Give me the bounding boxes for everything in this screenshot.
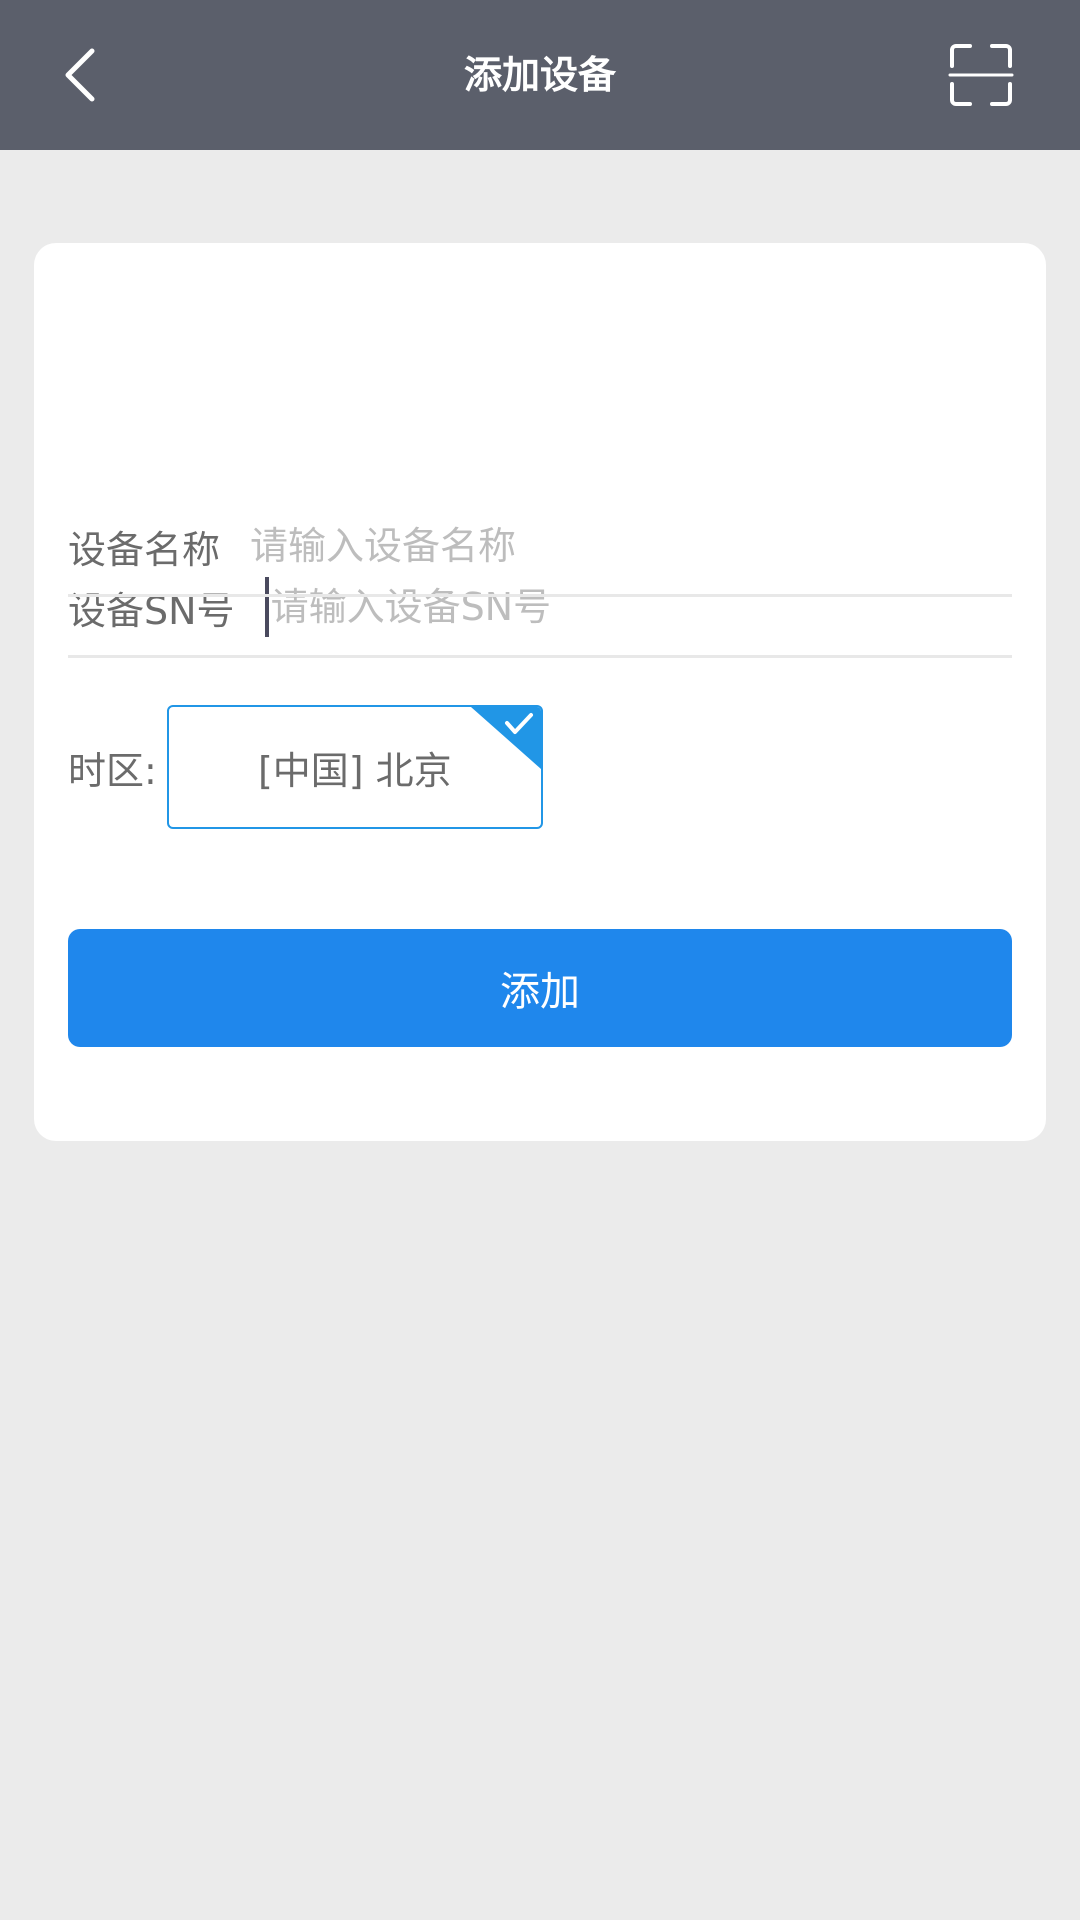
back-button[interactable] (48, 35, 128, 115)
timezone-value: [中国] 北京 (257, 748, 452, 793)
checkmark-icon (470, 707, 541, 769)
name-input[interactable] (250, 516, 1012, 576)
add-device-card: 设备SN号 设备名称 时区: [中国] 北京 添加 (34, 243, 1046, 1141)
name-label: 设备名称 (68, 527, 221, 572)
app-header: 添加设备 (0, 0, 1080, 150)
timezone-label: 时区: (68, 748, 157, 793)
timezone-row: 时区: [中国] 北京 (68, 703, 543, 831)
scan-icon (948, 44, 1014, 106)
name-row: 设备名称 (68, 498, 1012, 597)
scan-button[interactable] (948, 42, 1014, 108)
timezone-select[interactable]: [中国] 北京 (166, 705, 543, 829)
chevron-left-icon (65, 48, 95, 102)
page-title: 添加设备 (463, 53, 616, 97)
add-button[interactable]: 添加 (68, 929, 1012, 1047)
